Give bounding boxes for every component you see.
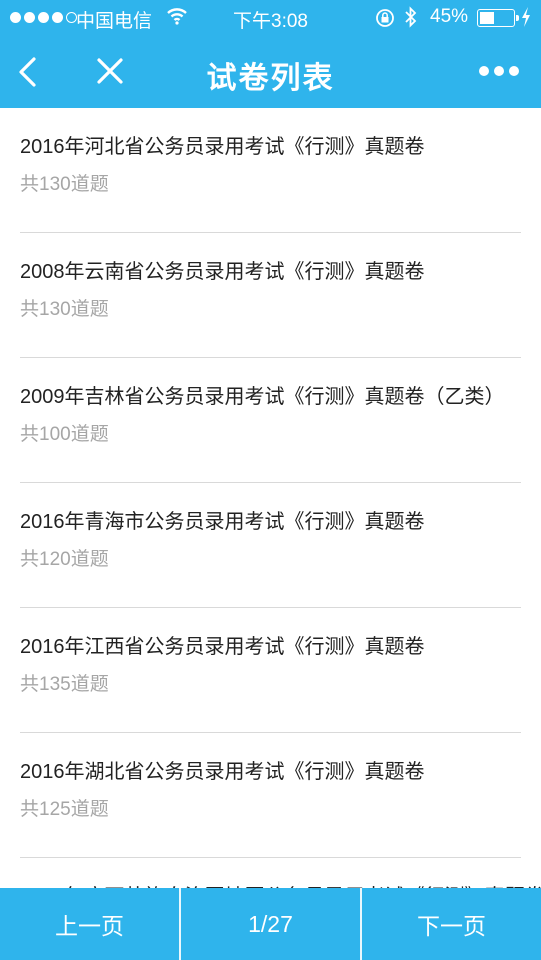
paper-list-item[interactable]: 2016年湖北省公务员录用考试《行测》真题卷 共125道题: [20, 733, 521, 858]
paper-list-item[interactable]: 2016年广西壮族自治区地区公务员录用考试《行测》真题卷: [20, 858, 541, 888]
battery-percent: 45%: [430, 6, 469, 27]
question-count: 共100道题: [20, 424, 109, 445]
paper-list-item[interactable]: 2009年吉林省公务员录用考试《行测》真题卷（乙类） 共100道题: [20, 358, 521, 483]
pager-bar: 上一页 1/27 下一页: [0, 888, 541, 960]
question-count: 共135道题: [20, 674, 109, 695]
paper-list-item[interactable]: 2016年河北省公务员录用考试《行测》真题卷 共130道题: [20, 108, 521, 233]
pager-divider: [360, 888, 362, 960]
battery-icon: [477, 9, 519, 27]
next-page-button[interactable]: 下一页: [362, 888, 541, 960]
paper-title: 2016年江西省公务员录用考试《行测》真题卷: [20, 636, 425, 658]
charging-bolt-icon: [522, 7, 530, 27]
paper-list: 2016年河北省公务员录用考试《行测》真题卷 共130道题 2008年云南省公务员录…: [0, 108, 541, 888]
nav-bar: 试卷列表: [0, 36, 541, 108]
more-dots-icon[interactable]: [478, 65, 520, 77]
paper-title: 2016年湖北省公务员录用考试《行测》真题卷: [20, 761, 425, 783]
rotation-lock-icon: [376, 9, 394, 27]
bluetooth-icon: [405, 6, 417, 28]
app-header: 中国电信 下午3:08 45% 试卷列表: [0, 0, 541, 108]
paper-list-item[interactable]: 2016年江西省公务员录用考试《行测》真题卷 共135道题: [20, 608, 521, 733]
page-title: 试卷列表: [206, 62, 335, 95]
question-count: 共130道题: [20, 174, 109, 195]
pager-divider: [179, 888, 181, 960]
paper-list-item[interactable]: 2016年青海市公务员录用考试《行测》真题卷 共120道题: [20, 483, 521, 608]
paper-list-item[interactable]: 2008年云南省公务员录用考试《行测》真题卷 共130道题: [20, 233, 521, 358]
question-count: 共130道题: [20, 299, 109, 320]
paper-title: 2009年吉林省公务员录用考试《行测》真题卷（乙类）: [20, 386, 505, 408]
status-bar: 中国电信 下午3:08 45%: [0, 0, 541, 36]
prev-page-button[interactable]: 上一页: [0, 888, 179, 960]
question-count: 共125道题: [20, 799, 109, 820]
paper-title: 2008年云南省公务员录用考试《行测》真题卷: [20, 261, 425, 283]
paper-title: 2016年青海市公务员录用考试《行测》真题卷: [20, 511, 425, 533]
paper-title: 2016年河北省公务员录用考试《行测》真题卷: [20, 136, 425, 158]
page-indicator: 1/27: [248, 910, 293, 937]
question-count: 共120道题: [20, 549, 109, 570]
paper-title: 2016年广西壮族自治区地区公务员录用考试《行测》真题卷: [20, 880, 541, 888]
